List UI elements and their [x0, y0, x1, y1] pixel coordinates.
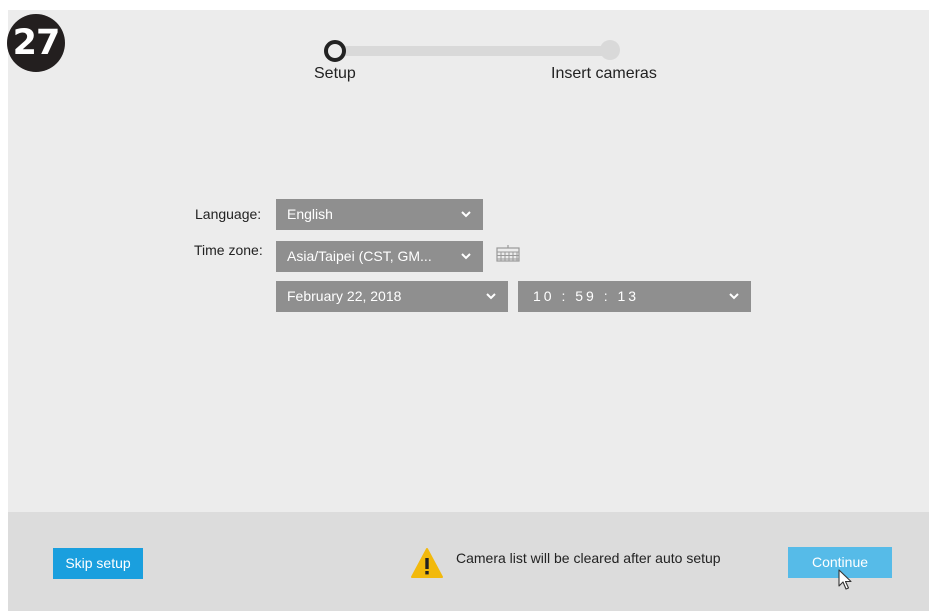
footer-bar: Skip setup Camera list will be cleared a… — [8, 512, 929, 611]
date-select-value: February 22, 2018 — [287, 288, 402, 304]
step-label-insert-cameras: Insert cameras — [551, 65, 657, 82]
chevron-down-icon — [729, 281, 741, 312]
time-zone-select-value: Asia/Taipei (CST, GM... — [287, 248, 432, 264]
time-select[interactable]: 10 : 59 : 13 — [518, 281, 751, 312]
chevron-down-icon — [486, 281, 498, 312]
warning-icon — [410, 547, 444, 579]
warning-message: Camera list will be cleared after auto s… — [456, 550, 721, 566]
date-select[interactable]: February 22, 2018 — [276, 281, 508, 312]
time-zone-label: Time zone: — [194, 242, 263, 258]
language-select-value: English — [287, 206, 333, 222]
mouse-cursor-icon — [838, 569, 852, 591]
time-select-value: 10 : 59 : 13 — [533, 288, 640, 304]
language-select[interactable]: English — [276, 199, 483, 230]
chevron-down-icon — [461, 199, 473, 230]
keyboard-icon[interactable] — [496, 245, 522, 263]
setup-wizard-window: Setup Insert cameras Language: English T… — [8, 10, 929, 611]
language-label: Language: — [195, 206, 262, 222]
step-dot-insert-cameras — [600, 40, 620, 60]
skip-setup-button[interactable]: Skip setup — [53, 548, 143, 579]
chevron-down-icon — [461, 241, 473, 272]
step-dot-setup — [324, 40, 346, 62]
time-zone-select[interactable]: Asia/Taipei (CST, GM... — [276, 241, 483, 272]
step-label-setup: Setup — [314, 65, 356, 82]
stepper-track — [335, 46, 615, 56]
step-number-badge: 27 — [7, 14, 65, 72]
